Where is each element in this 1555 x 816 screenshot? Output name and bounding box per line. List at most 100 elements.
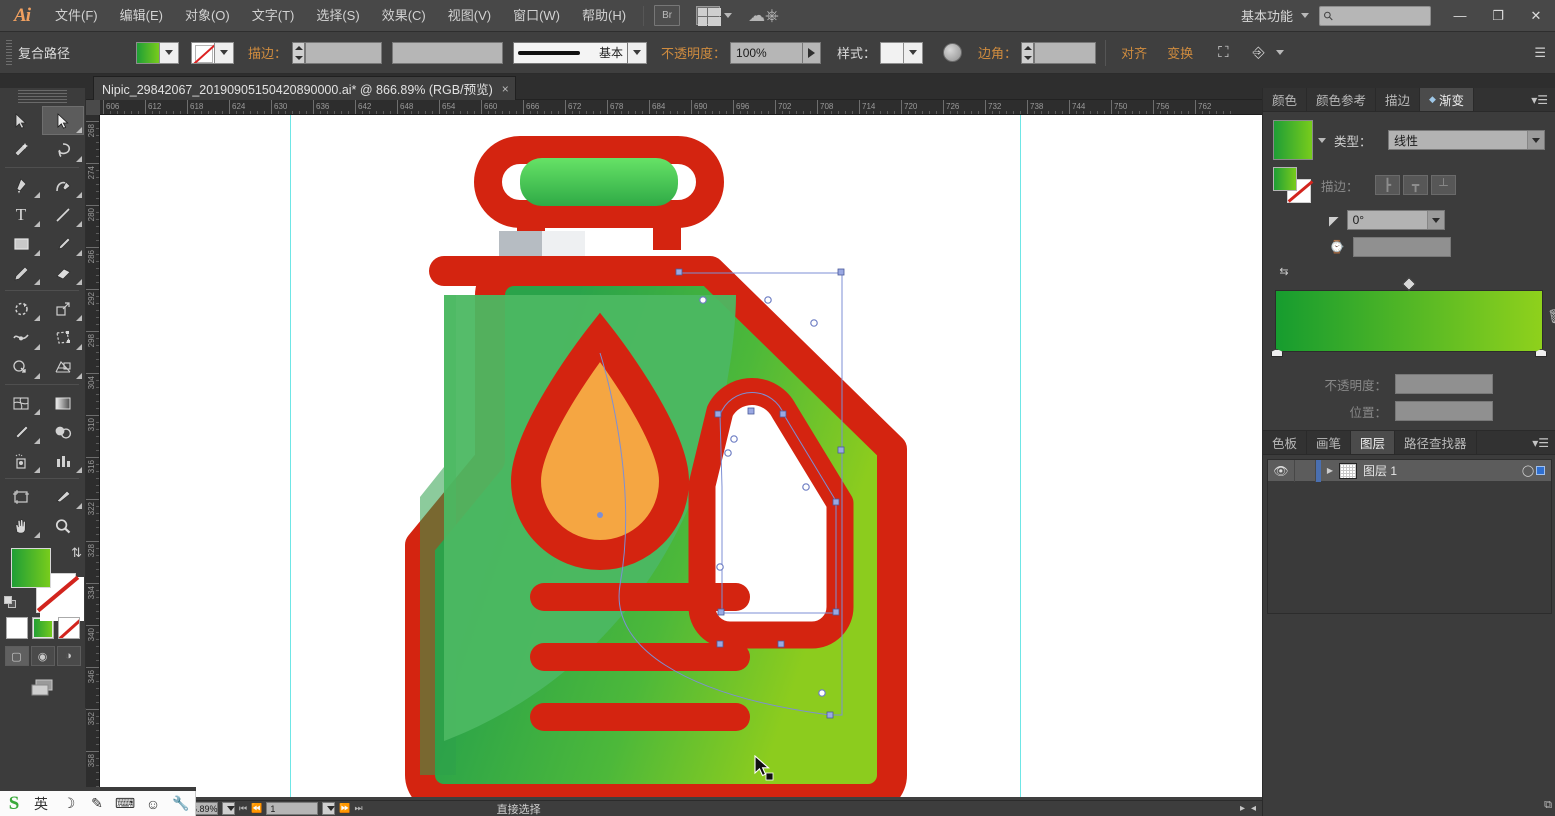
gradient-stop-end[interactable] [1535,349,1547,363]
direct-selection-tool[interactable] [42,106,84,135]
vertical-ruler[interactable]: 268 274 280 286 292 298 304 310 316 322 328 334 340 3… [86,115,100,803]
lock-toggle[interactable] [1294,459,1316,482]
reverse-gradient-icon[interactable]: ⇆ [1273,262,1295,280]
opacity-slider-button[interactable] [803,41,822,64]
close-button[interactable]: ✕ [1517,0,1555,32]
fill-indicator-gradient[interactable] [11,548,51,588]
stroke-across-button[interactable]: ┴ [1431,175,1456,195]
tab-stroke[interactable]: 描边 [1376,88,1421,111]
stroke-weight-field[interactable] [305,41,383,64]
draw-normal-button[interactable]: ▢ [4,646,29,666]
none-button[interactable] [57,617,80,639]
gradient-type-chevron-icon[interactable] [1527,131,1544,149]
draw-behind-button[interactable]: ◉ [30,646,55,666]
gradient-angle-field[interactable]: 0° [1346,210,1445,230]
opacity-field[interactable]: 100% [730,41,804,64]
width-tool[interactable] [0,323,42,352]
stroke-profile-box[interactable]: 基本 [513,41,629,64]
isolate-selected-object-icon[interactable]: ⛶ [1211,44,1236,61]
menu-select[interactable]: 选择(S) [305,0,370,32]
align-button[interactable]: 对齐 [1115,43,1153,62]
minimize-button[interactable]: — [1441,0,1479,32]
gradient-angle-chevron-icon[interactable] [1426,211,1444,229]
arrange-documents-button[interactable] [696,6,733,26]
layers-list[interactable]: 👁 ▶ 图层 1 ◯ [1267,459,1552,614]
stroke-swatch-none[interactable] [191,41,215,64]
gradient-location-field[interactable] [1395,401,1493,421]
scale-tool[interactable] [42,294,84,323]
horizontal-ruler[interactable]: 606 612 618 624 630 636 642 648 654 660 666 672 678 6… [100,100,1262,115]
curvature-tool[interactable] [42,171,84,200]
page-nav-next[interactable]: ⏩ [339,803,350,814]
default-fill-stroke-icon[interactable] [4,596,17,609]
rectangle-tool[interactable] [0,229,42,258]
artwork-oil-bottle[interactable] [100,115,1262,803]
zoom-dropdown-icon[interactable] [222,802,235,815]
layer-selection-indicator[interactable] [1536,466,1545,475]
page-dropdown-icon[interactable] [322,802,336,815]
artboard[interactable] [100,115,1262,803]
gradient-panel-menu-icon[interactable]: ▾☰ [1524,88,1555,111]
eraser-tool[interactable] [42,258,84,287]
tab-pathfinder[interactable]: 路径查找器 [1395,431,1477,454]
tab-color-guide[interactable]: 颜色参考 [1307,88,1377,111]
sogou-logo-icon[interactable]: S [2,793,26,815]
workspace-chevron-icon[interactable] [1301,13,1309,18]
page-nav-first[interactable]: ⏮ [239,803,247,814]
pencil-tool[interactable] [0,258,42,287]
gradient-fill-mini[interactable] [1273,167,1297,191]
gradient-ramp[interactable] [1275,290,1543,352]
chevron-down-icon[interactable] [1275,50,1284,55]
page-nav-last[interactable]: ⏭ [355,803,363,814]
select-similar-control[interactable]: ⎆ [1246,44,1284,61]
rotate-tool[interactable] [0,294,42,323]
color-button[interactable] [5,617,28,639]
scroll-left-icon[interactable]: ◂ [1251,803,1256,814]
new-sublayer-icon[interactable]: ⧉ [1544,799,1552,812]
opacity-label[interactable]: 不透明度： [661,43,726,62]
gradient-preset-chevron-icon[interactable] [1318,137,1326,143]
gradient-aspect-field[interactable] [1352,237,1451,257]
stroke-style-field[interactable] [392,41,504,64]
selection-tool[interactable] [0,106,42,135]
graphic-style-dropdown[interactable] [904,41,924,64]
chevron-right-icon[interactable]: ▶ [1321,466,1339,475]
menu-help[interactable]: 帮助(H) [571,0,637,32]
tools-panel-grip[interactable] [18,90,67,104]
fill-color-control[interactable] [136,41,179,64]
select-similar-icon[interactable]: ⎆ [1246,44,1272,61]
zoom-tool[interactable] [42,511,84,540]
tab-layers[interactable]: 图层 [1351,431,1396,454]
page-nav-prev[interactable]: ⏪ [251,803,262,814]
restore-button[interactable]: ❐ [1479,0,1517,32]
eyedropper-tool[interactable] [0,417,42,446]
slice-tool[interactable] [42,482,84,511]
stroke-label[interactable]: 描边： [248,43,287,62]
document-tab[interactable]: Nipic_29842067_20190905150420890000.ai* … [93,76,516,100]
delete-stop-icon[interactable]: 🗑 [1547,308,1555,325]
column-graph-tool[interactable] [42,446,84,475]
corner-control[interactable] [1021,41,1097,64]
line-segment-tool[interactable] [42,200,84,229]
gradient-tool[interactable] [42,388,84,417]
paintbrush-tool[interactable] [42,229,84,258]
scroll-right-icon[interactable]: ▸ [1240,803,1245,814]
gradient-opacity-field[interactable] [1395,374,1493,394]
gradient-preview-swatch[interactable] [1273,120,1313,160]
layer-name[interactable]: 图层 1 [1363,462,1520,479]
ime-moon-icon[interactable]: ☽ [56,793,82,815]
control-panel-menu-icon[interactable]: ☰ [1534,46,1546,59]
perspective-grid-tool[interactable] [42,352,84,381]
tab-swatches[interactable]: 色板 [1263,431,1308,454]
blend-tool[interactable] [42,417,84,446]
transform-button[interactable]: 变换 [1161,43,1199,62]
ime-user-icon[interactable]: ☺ [140,793,166,815]
stock-cloud-icon[interactable]: ☁⎈ [748,6,779,26]
menu-object[interactable]: 对象(O) [174,0,241,32]
ime-settings-icon[interactable]: 🔧 [168,793,194,815]
corner-stepper[interactable] [1021,41,1035,64]
hand-tool[interactable] [0,511,42,540]
pen-tool[interactable] [0,171,42,200]
opacity-control[interactable]: 100% [730,41,822,64]
fill-dropdown-button[interactable] [160,41,179,64]
